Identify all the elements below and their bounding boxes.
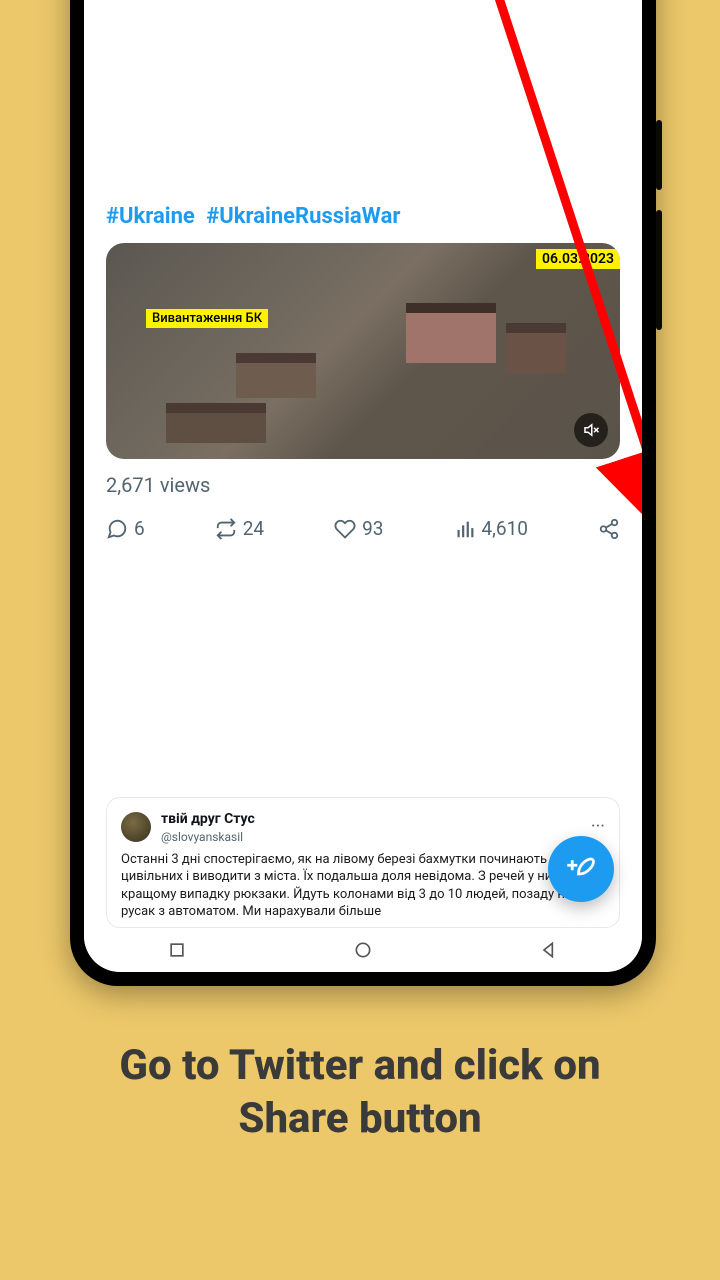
tweet: #Ukraine #UkraineRussiaWar 06.03.2023 Ви… — [84, 204, 642, 540]
analytics-count: 4,610 — [482, 517, 528, 540]
compose-tweet-button[interactable] — [548, 836, 614, 902]
video-scenery — [236, 353, 316, 398]
retweet-button[interactable]: 24 — [215, 517, 264, 540]
views-count: 2,671 views — [106, 473, 620, 497]
tweet-video[interactable]: 06.03.2023 Вивантаження БК — [106, 243, 620, 459]
speaker-muted-icon — [582, 421, 600, 439]
video-caption-badge: Вивантаження БК — [146, 309, 268, 328]
recent-apps-button[interactable] — [167, 940, 187, 960]
retweet-count: 24 — [243, 517, 264, 540]
hashtag-link[interactable]: #UkraineRussiaWar — [206, 204, 400, 229]
mute-button[interactable] — [574, 413, 608, 447]
quoted-tweet-card[interactable]: твій друг Стус @slovyanskasil ··· Останн… — [106, 797, 620, 928]
like-button[interactable]: 93 — [334, 517, 383, 540]
back-button[interactable] — [539, 940, 559, 960]
phone-screen: #Ukraine #UkraineRussiaWar 06.03.2023 Ви… — [84, 0, 642, 972]
tweet-header: твій друг Стус @slovyanskasil ··· — [121, 810, 605, 845]
reply-icon — [106, 518, 128, 540]
tweet-action-bar: 6 24 93 — [106, 517, 620, 540]
analytics-button[interactable]: 4,610 — [454, 517, 528, 540]
avatar[interactable] — [121, 812, 151, 842]
instruction-caption: Go to Twitter and click on Share button — [0, 1040, 720, 1145]
display-name: твій друг Стус — [161, 810, 255, 829]
heart-icon — [334, 518, 356, 540]
phone-frame: #Ukraine #UkraineRussiaWar 06.03.2023 Ви… — [70, 0, 656, 986]
video-scenery — [166, 403, 266, 443]
phone-side-button — [656, 210, 662, 330]
home-button[interactable] — [353, 940, 373, 960]
hashtag-link[interactable]: #Ukraine — [106, 204, 195, 229]
analytics-icon — [454, 518, 476, 540]
phone-side-button — [656, 120, 662, 190]
video-scenery — [506, 323, 566, 373]
more-options-button[interactable]: ··· — [591, 815, 605, 839]
video-date-badge: 06.03.2023 — [536, 249, 620, 269]
video-scenery — [406, 303, 496, 363]
tweet-hashtags: #Ukraine #UkraineRussiaWar — [106, 204, 620, 229]
reply-button[interactable]: 6 — [106, 517, 145, 540]
share-button[interactable] — [598, 518, 620, 540]
like-count: 93 — [362, 517, 383, 540]
retweet-icon — [215, 518, 237, 540]
compose-icon — [566, 854, 596, 884]
tweet-body-text: Останні 3 дні спостерігаємо, як на лівом… — [121, 851, 605, 921]
android-nav-bar — [84, 928, 642, 972]
share-icon — [598, 518, 620, 540]
reply-count: 6 — [134, 517, 145, 540]
user-handle: @slovyanskasil — [161, 829, 255, 845]
